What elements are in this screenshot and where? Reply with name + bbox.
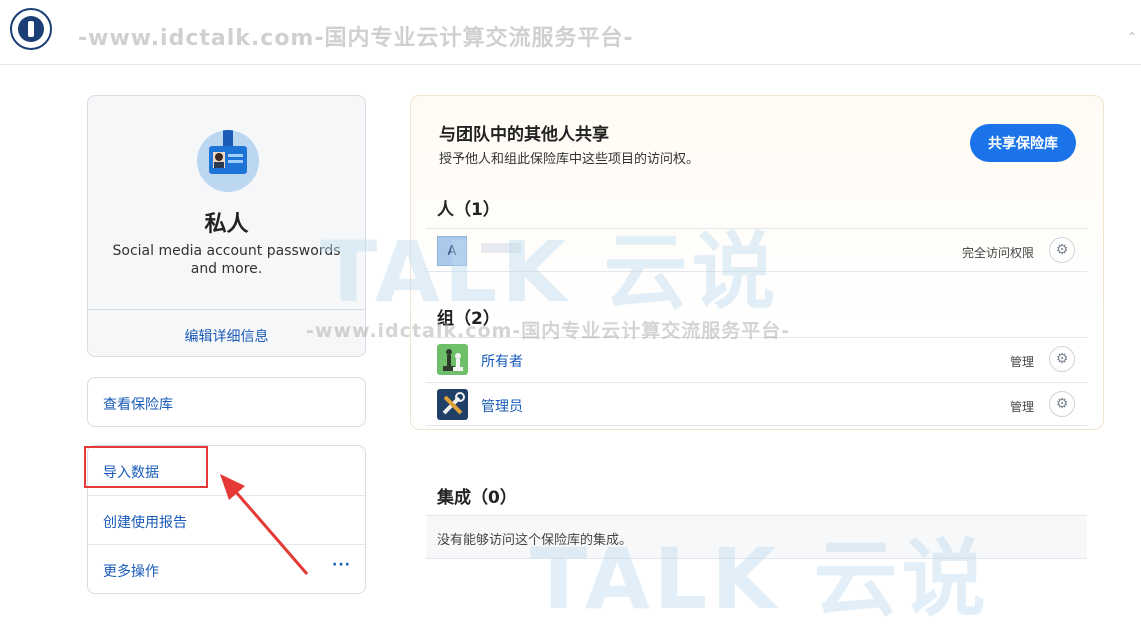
more-dots-icon[interactable]: ···: [332, 557, 351, 573]
annotation-arrow-icon: [220, 474, 309, 575]
view-vault-button[interactable]: 查看保险库: [87, 377, 366, 427]
watermark-logo-bottom: TALK 云说: [530, 530, 990, 628]
watermark-logo: TALK 云说: [320, 223, 780, 321]
tools-icon: [437, 389, 468, 420]
group-name-admins[interactable]: 管理员: [481, 396, 523, 416]
person-permission: 完全访问权限: [961, 246, 1034, 260]
app-logo-icon[interactable]: [10, 8, 52, 50]
create-report-label: 创建使用报告: [103, 515, 187, 531]
view-vault-label: 查看保险库: [103, 397, 173, 413]
vault-description: Social media account passwords and more.: [112, 243, 341, 277]
watermark-top: -www.idctalk.com-国内专业云计算交流服务平台-: [78, 26, 634, 51]
top-bar: -www.idctalk.com-国内专业云计算交流服务平台- ⌃: [0, 0, 1141, 65]
group-row-admins[interactable]: 管理员 管理 ⚙: [426, 382, 1087, 426]
gear-icon[interactable]: ⚙: [1049, 346, 1075, 372]
corner-mark-icon: ⌃: [1126, 30, 1137, 44]
chess-pieces-icon: [437, 344, 468, 375]
group-name-owners[interactable]: 所有者: [481, 351, 523, 371]
gear-icon[interactable]: ⚙: [1049, 237, 1075, 263]
watermark-line: -www.idctalk.com-国内专业云计算交流服务平台-: [306, 320, 791, 342]
group-row-owners[interactable]: 所有者 管理 ⚙: [426, 337, 1087, 381]
vault-avatar-icon: [197, 130, 259, 192]
group-permission-admins: 管理: [1009, 400, 1034, 414]
integrations-heading: 集成（0）: [437, 488, 517, 508]
gear-icon[interactable]: ⚙: [1049, 391, 1075, 417]
share-description: 授予他人和组此保险库中这些项目的访问权。: [439, 152, 700, 167]
highlight-box: [84, 446, 208, 488]
share-vault-button[interactable]: 共享保险库: [970, 124, 1076, 162]
share-title: 与团队中的其他人共享: [439, 125, 609, 145]
more-actions-label: 更多操作: [103, 564, 159, 580]
group-permission-owners: 管理: [1009, 355, 1034, 369]
